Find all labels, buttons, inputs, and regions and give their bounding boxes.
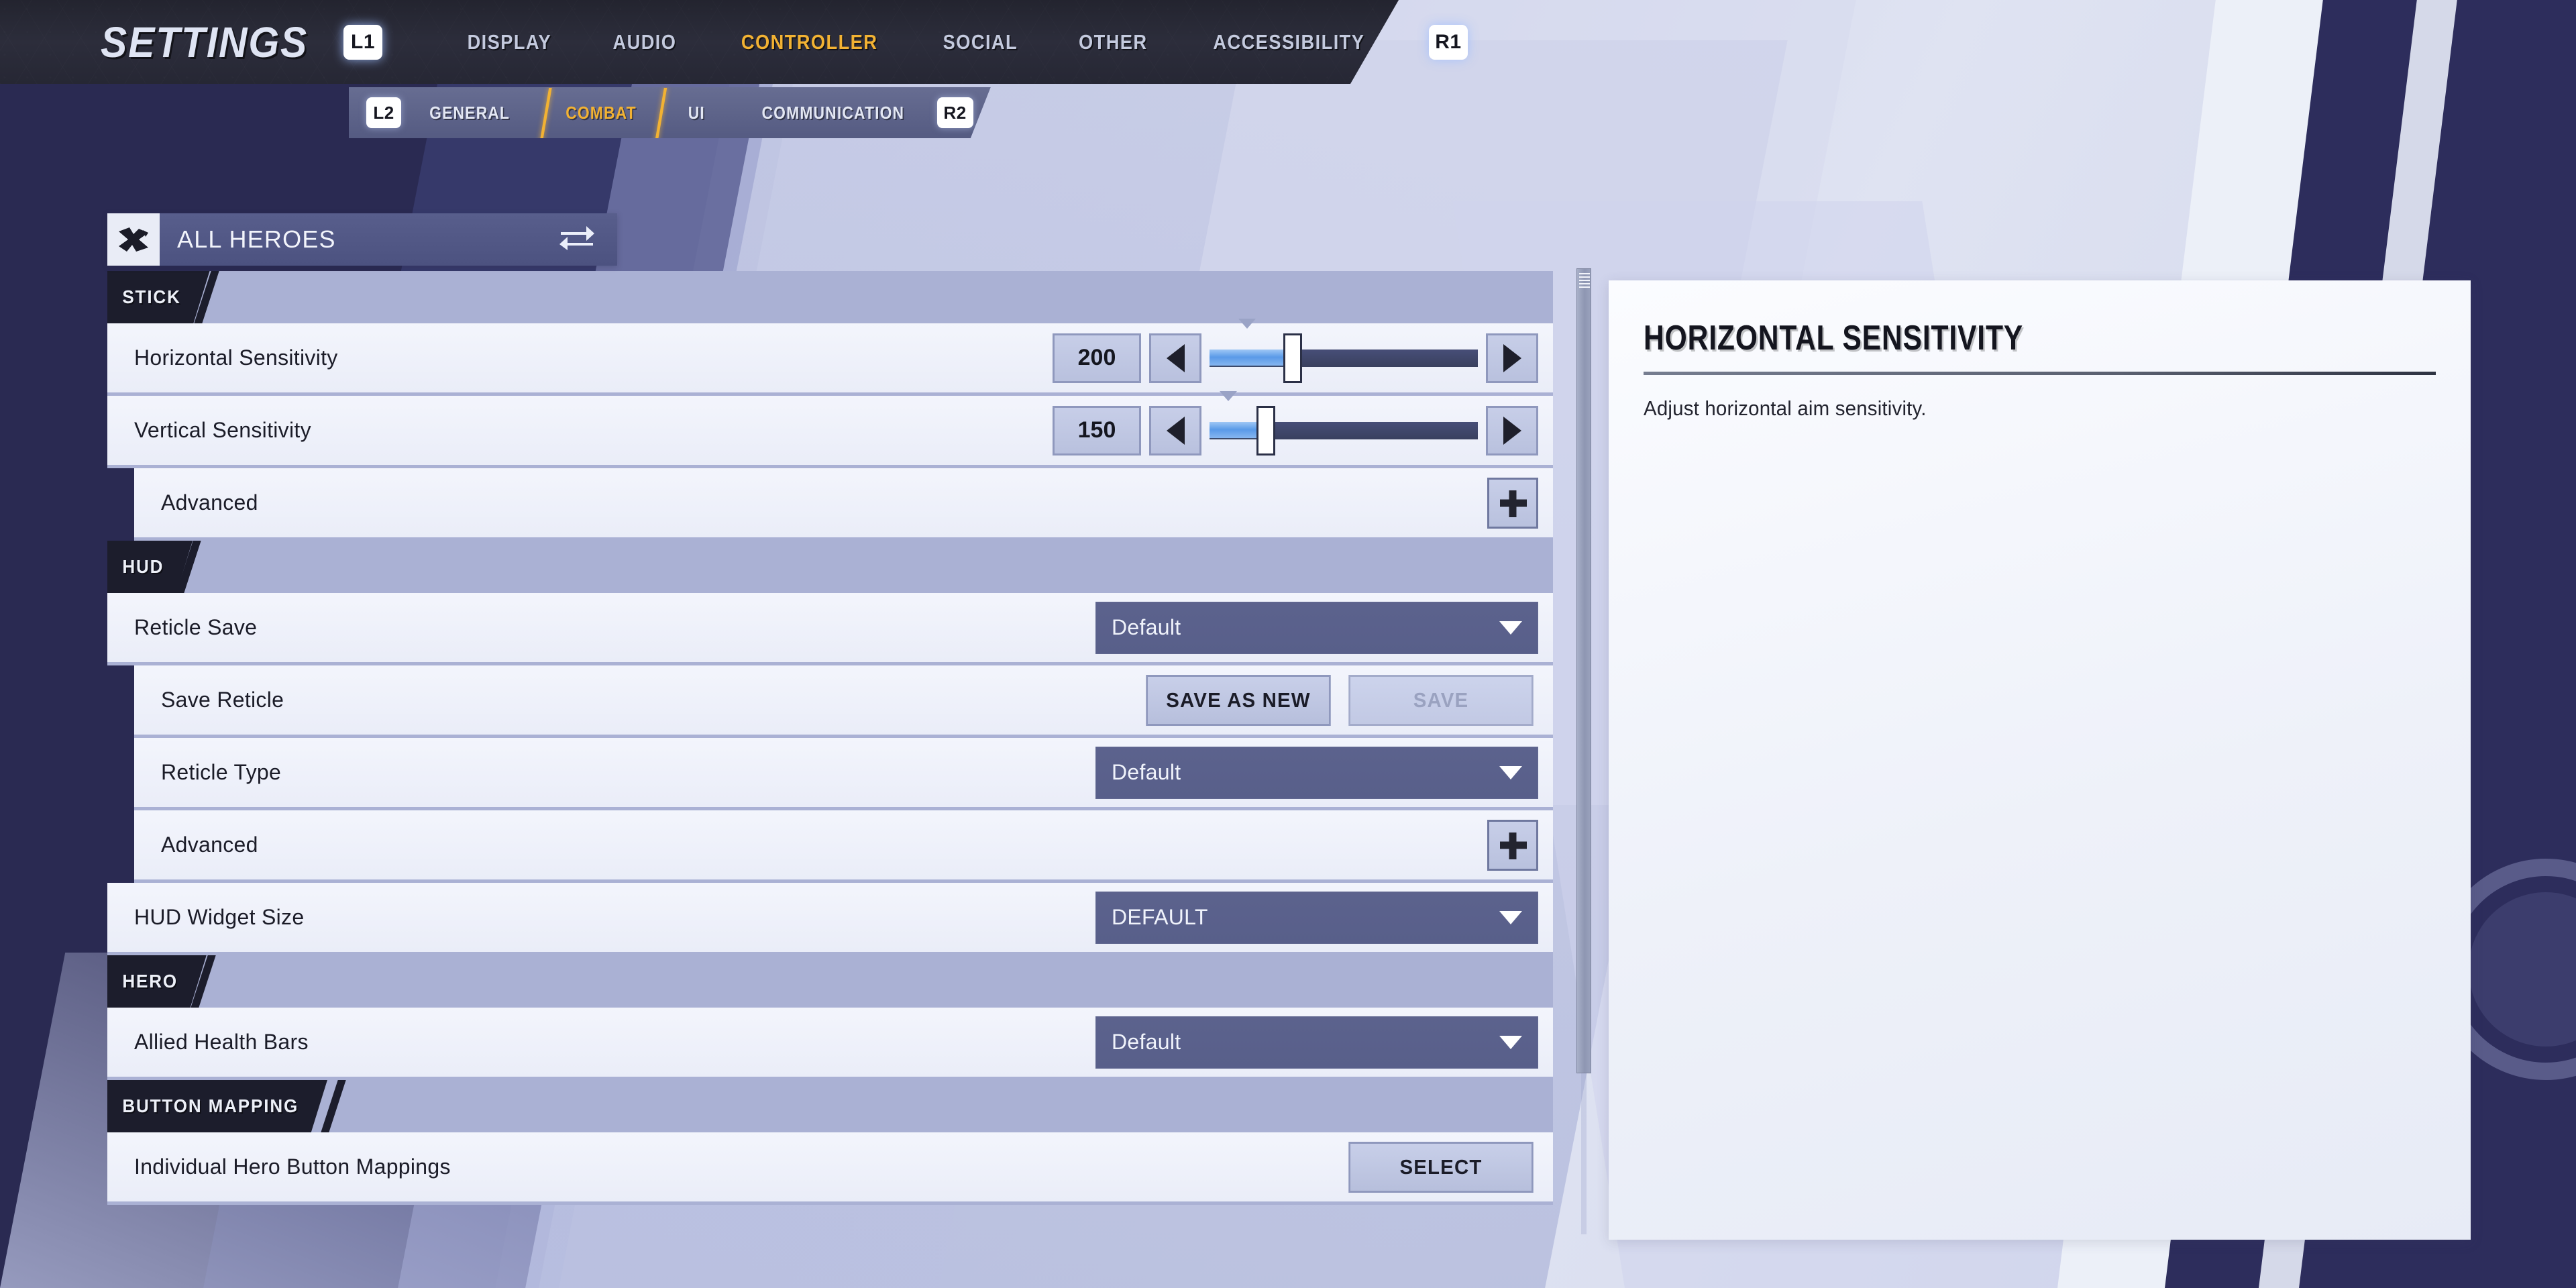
save-button: SAVE — [1348, 674, 1534, 726]
allied-health-bars-dropdown[interactable]: Default — [1095, 1016, 1538, 1069]
hero-logo-icon — [107, 213, 160, 266]
setting-label: Advanced — [161, 490, 258, 515]
select-button[interactable]: SELECT — [1348, 1141, 1534, 1193]
subtab-ui[interactable]: UI — [668, 103, 725, 123]
scrollbar-grip-icon — [1579, 273, 1590, 288]
section-header-stick: STICK — [107, 271, 1553, 323]
info-panel-title: HORIZONTAL SENSITIVITY — [1644, 319, 2024, 358]
slider-default-notch-icon — [1220, 390, 1237, 401]
section-title-hero: HERO — [107, 955, 207, 1008]
plus-icon[interactable] — [1487, 819, 1538, 871]
horizontal-sensitivity-value[interactable]: 200 — [1053, 333, 1141, 383]
sub-navigation-bar: L2 GENERAL COMBAT UI COMMUNICATION R2 — [349, 87, 991, 138]
increment-button[interactable] — [1486, 405, 1538, 455]
decrement-button[interactable] — [1149, 405, 1201, 455]
info-panel: HORIZONTAL SENSITIVITY Adjust horizontal… — [1609, 280, 2471, 1240]
subtab-general[interactable]: GENERAL — [409, 103, 530, 123]
tab-display[interactable]: DISPLAY — [445, 30, 574, 54]
settings-scrollbar[interactable] — [1576, 268, 1591, 1234]
setting-label: Individual Hero Button Mappings — [134, 1155, 451, 1179]
chevron-down-icon — [1499, 621, 1522, 635]
vertical-sensitivity-slider[interactable] — [1210, 390, 1478, 455]
r1-button-badge[interactable]: R1 — [1428, 24, 1468, 60]
chevron-down-icon — [1499, 765, 1522, 780]
save-as-new-button[interactable]: SAVE AS NEW — [1146, 674, 1331, 726]
setting-label: Reticle Type — [161, 760, 282, 784]
tab-controller[interactable]: CONTROLLER — [718, 30, 900, 54]
top-navigation-bar: SETTINGS L1 DISPLAY AUDIO CONTROLLER SOC… — [0, 0, 1468, 84]
setting-label: Allied Health Bars — [134, 1030, 309, 1054]
dropdown-value: Default — [1112, 1030, 1181, 1054]
page-title: SETTINGS — [101, 17, 309, 66]
setting-label: Horizontal Sensitivity — [134, 345, 338, 370]
l2-button-badge[interactable]: L2 — [366, 97, 401, 128]
setting-row-vertical-sensitivity[interactable]: Vertical Sensitivity 150 — [107, 390, 1553, 468]
primary-tab-list: DISPLAY AUDIO CONTROLLER SOCIAL OTHER AC… — [436, 30, 1401, 54]
hero-selector[interactable]: ALL HEROES — [107, 213, 617, 266]
scrollbar-thumb[interactable] — [1576, 268, 1591, 1073]
tab-accessibility[interactable]: ACCESSIBILITY — [1191, 30, 1387, 54]
setting-row-horizontal-sensitivity[interactable]: Horizontal Sensitivity 200 — [107, 318, 1553, 396]
plus-icon[interactable] — [1487, 477, 1538, 529]
subtab-combat[interactable]: COMBAT — [545, 103, 656, 123]
setting-row-stick-advanced[interactable]: Advanced — [134, 468, 1553, 541]
tab-social[interactable]: SOCIAL — [920, 30, 1040, 54]
setting-row-individual-hero-button-mappings[interactable]: Individual Hero Button Mappings SELECT — [107, 1132, 1553, 1205]
setting-label: Save Reticle — [161, 688, 284, 712]
l1-button-badge[interactable]: L1 — [343, 24, 383, 60]
section-header-hero: HERO — [107, 955, 1553, 1008]
arrow-right-icon — [1503, 416, 1521, 445]
setting-row-hud-widget-size[interactable]: HUD Widget Size DEFAULT — [107, 883, 1553, 955]
tab-other[interactable]: OTHER — [1056, 30, 1169, 54]
setting-label: Vertical Sensitivity — [134, 418, 311, 442]
info-panel-description: Adjust horizontal aim sensitivity. — [1644, 396, 1927, 420]
subtab-communication[interactable]: COMMUNICATION — [741, 103, 924, 123]
setting-row-allied-health-bars[interactable]: Allied Health Bars Default — [107, 1008, 1553, 1080]
tab-audio[interactable]: AUDIO — [590, 30, 699, 54]
settings-list-panel: STICK Horizontal Sensitivity 200 Vertica… — [107, 271, 1553, 1234]
dropdown-value: Default — [1112, 760, 1181, 784]
dropdown-value: Default — [1112, 615, 1181, 639]
slider-fill — [1210, 349, 1293, 367]
setting-row-reticle-save[interactable]: Reticle Save Default — [107, 593, 1553, 665]
setting-row-save-reticle[interactable]: Save Reticle SAVE AS NEW SAVE — [134, 665, 1553, 738]
hero-selector-label: ALL HEROES — [177, 225, 336, 253]
section-title-stick: STICK — [107, 271, 210, 323]
r2-button-badge[interactable]: R2 — [937, 97, 973, 128]
arrow-left-icon — [1166, 416, 1185, 445]
arrow-right-icon — [1503, 343, 1521, 372]
chevron-down-icon — [1499, 1035, 1522, 1049]
hud-widget-size-dropdown[interactable]: DEFAULT — [1095, 891, 1538, 944]
arrow-left-icon — [1166, 343, 1185, 372]
setting-row-reticle-type[interactable]: Reticle Type Default — [134, 738, 1553, 810]
info-panel-divider — [1644, 372, 2436, 375]
section-header-hud: HUD — [107, 541, 1553, 593]
slider-thumb[interactable] — [1256, 405, 1275, 455]
vertical-sensitivity-value[interactable]: 150 — [1053, 405, 1141, 455]
increment-button[interactable] — [1486, 333, 1538, 383]
section-header-button-mapping: BUTTON MAPPING — [107, 1080, 1553, 1132]
setting-label: HUD Widget Size — [134, 905, 305, 929]
dropdown-value: DEFAULT — [1112, 905, 1208, 929]
reticle-type-dropdown[interactable]: Default — [1095, 746, 1538, 799]
setting-label: Advanced — [161, 833, 258, 857]
chevron-down-icon — [1499, 910, 1522, 924]
swap-arrows-icon[interactable] — [559, 223, 594, 256]
reticle-save-dropdown[interactable]: Default — [1095, 601, 1538, 654]
slider-default-notch-icon — [1238, 318, 1256, 329]
setting-row-hud-advanced[interactable]: Advanced — [134, 810, 1553, 883]
horizontal-sensitivity-slider[interactable] — [1210, 318, 1478, 383]
section-title-button-mapping: BUTTON MAPPING — [107, 1080, 327, 1132]
decrement-button[interactable] — [1149, 333, 1201, 383]
setting-label: Reticle Save — [134, 615, 258, 639]
slider-thumb[interactable] — [1283, 333, 1302, 383]
